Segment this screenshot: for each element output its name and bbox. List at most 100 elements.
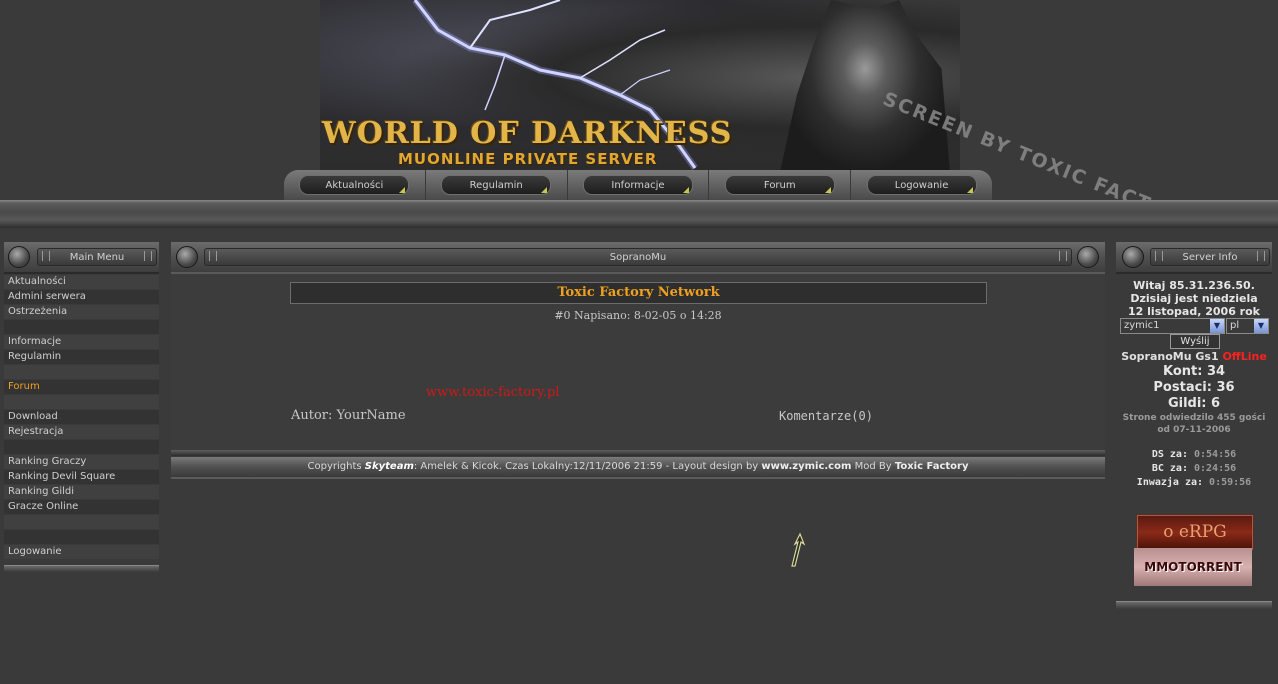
grip-icon (1257, 251, 1265, 261)
news-author: Autor: YourName (291, 408, 406, 423)
left-panel-footer (4, 565, 159, 572)
nav-button[interactable]: Forum (724, 175, 835, 195)
news-link[interactable]: www.toxic-factory.pl (426, 385, 560, 400)
left-panel-title-bar: Main Menu (37, 248, 157, 266)
sidebar-item-ostrze-enia[interactable]: Ostrzeżenia (4, 305, 159, 319)
theme-select[interactable]: zymic1 ▼ (1120, 318, 1225, 334)
top-navigation: Aktualności Regulamin Informacje Forum L… (284, 170, 992, 200)
footer-prefix: Copyrights (307, 461, 365, 472)
main-menu-list: Aktualności Admini serwera Ostrzeżenia Info… (4, 275, 159, 560)
sidebar-item-ranking-graczy[interactable]: Ranking Graczy (4, 455, 159, 469)
send-button[interactable]: Wyślij (1170, 334, 1220, 349)
bc-timer: BC za: 0:24:56 (1116, 463, 1272, 474)
grip-icon (209, 251, 217, 261)
ds-time: 0:54:56 (1194, 449, 1237, 460)
theme-form: zymic1 ▼ pl ▼ (1120, 318, 1270, 334)
footer-site-link[interactable]: www.zymic.com (761, 461, 851, 472)
nav-label: Forum (763, 179, 796, 191)
center-divider (171, 450, 1105, 456)
sidebar-item-regulamin[interactable]: Regulamin (4, 350, 159, 364)
logo-subtitle: MUONLINE PRIVATE SERVER (398, 150, 658, 168)
center-panel-header: SopranoMu (171, 242, 1105, 274)
sidebar-item-informacje[interactable]: Informacje (4, 335, 159, 349)
grip-icon (42, 251, 50, 261)
ds-timer: DS za: 0:54:56 (1116, 449, 1272, 460)
right-panel-title-bar: Server Info (1150, 248, 1270, 266)
guilds-count: Gildi: 6 (1167, 396, 1221, 411)
invasion-label: Inwazja za: (1136, 477, 1210, 488)
sidebar-item-admini-serwera[interactable]: Admini serwera (4, 290, 159, 304)
bc-time: 0:24:56 (1194, 463, 1237, 474)
nav-item-regulamin[interactable]: Regulamin (426, 170, 568, 200)
logo-title: WORLD OF DARKNESS (322, 116, 733, 151)
orpg-banner[interactable]: o eRPG (1137, 515, 1253, 550)
greeting-day: Dzisiaj jest niedziela (1130, 292, 1258, 305)
footer-copyright: Copyrights Skyteam: Amelek & Kicok. Czas… (171, 457, 1105, 479)
corner-arrow-icon (399, 187, 406, 193)
corner-arrow-icon (966, 187, 973, 193)
nav-item-forum[interactable]: Forum (709, 170, 852, 200)
sidebar-item-download[interactable]: Download (4, 410, 159, 424)
greeting-date: 12 listopad, 2006 rok (1128, 305, 1260, 318)
right-panel-footer (1116, 601, 1272, 609)
sidebar-item-forum[interactable]: Forum (4, 380, 159, 394)
knob-icon (1077, 246, 1099, 268)
center-panel-title: SopranoMu (609, 251, 667, 263)
footer-mid: : Amelek & Kicok. Czas Lokalny:12/11/200… (413, 461, 762, 472)
comments-link[interactable]: Komentarze(0) (779, 409, 873, 423)
sidebar-item-aktualno-ci[interactable]: Aktualności (4, 275, 159, 289)
nav-button[interactable]: Informacje (582, 175, 693, 195)
chevron-down-icon: ▼ (1254, 319, 1268, 333)
nav-item-informacje[interactable]: Informacje (568, 170, 710, 200)
server-info-panel: Witaj 85.31.236.50. Dzisiaj jest niedzie… (1116, 275, 1272, 605)
sidebar-item-spacer (4, 395, 159, 409)
nav-item-logowanie[interactable]: Logowanie (851, 170, 992, 200)
header-divider-band (0, 200, 1278, 228)
nav-label: Aktualności (325, 179, 384, 191)
language-select-value: pl (1230, 320, 1240, 331)
sidebar-item-rejestracja[interactable]: Rejestracja (4, 425, 159, 439)
chevron-down-icon: ▼ (1210, 319, 1224, 333)
language-select[interactable]: pl ▼ (1226, 318, 1269, 334)
footer-modder: Toxic Factory (894, 461, 969, 472)
nav-label: Informacje (611, 179, 665, 191)
news-title[interactable]: Toxic Factory Network (290, 282, 987, 304)
sidebar-item-logowanie[interactable]: Logowanie (4, 545, 159, 559)
grip-icon (144, 251, 152, 261)
corner-arrow-icon (682, 187, 689, 193)
footer-team: Skyteam (364, 461, 414, 472)
sidebar-item-ranking-gildi[interactable]: Ranking Gildi (4, 485, 159, 499)
invasion-timer: Inwazja za: 0:59:56 (1116, 477, 1272, 488)
right-panel-title: Server Info (1182, 251, 1238, 263)
server-name: SopranoMu Gs1 (1121, 350, 1223, 363)
grip-icon (1155, 251, 1163, 261)
bc-label: BC za: (1151, 463, 1194, 474)
knob-icon (1122, 246, 1144, 268)
knob-icon (8, 246, 30, 268)
news-meta: #0 Napisano: 8-02-05 o 14:28 (554, 309, 722, 322)
nav-item-aktualnosci[interactable]: Aktualności (284, 170, 426, 200)
sidebar-item-gracze-online[interactable]: Gracze Online (4, 500, 159, 514)
corner-arrow-icon (824, 187, 831, 193)
greeting-ip: Witaj 85.31.236.50. (1133, 279, 1255, 292)
nav-label: Logowanie (894, 179, 949, 191)
theme-select-value: zymic1 (1124, 320, 1160, 331)
characters-count: Postaci: 36 (1153, 380, 1235, 395)
invasion-time: 0:59:56 (1209, 477, 1252, 488)
news-panel: Toxic Factory Network #0 Napisano: 8-02-… (171, 272, 1105, 452)
nav-button[interactable]: Aktualności (299, 175, 410, 195)
sidebar-item-spacer (4, 320, 159, 334)
sidebar-item-spacer (4, 440, 159, 454)
sidebar-item-ranking-devil-square[interactable]: Ranking Devil Square (4, 470, 159, 484)
sidebar-item-spacer (4, 515, 159, 529)
left-panel-title: Main Menu (69, 251, 125, 263)
nav-button[interactable]: Regulamin (441, 175, 552, 195)
center-panel-title-bar: SopranoMu (204, 248, 1072, 266)
accounts-count: Kont: 34 (1162, 364, 1226, 379)
visits-since: od 07-11-2006 (1157, 425, 1231, 435)
sidebar-item-spacer (4, 530, 159, 544)
nav-button[interactable]: Logowanie (866, 175, 977, 195)
mmotorrent-banner[interactable]: MMOTORRENT (1134, 548, 1252, 586)
knob-icon (176, 246, 198, 268)
sidebar-item-spacer (4, 365, 159, 379)
